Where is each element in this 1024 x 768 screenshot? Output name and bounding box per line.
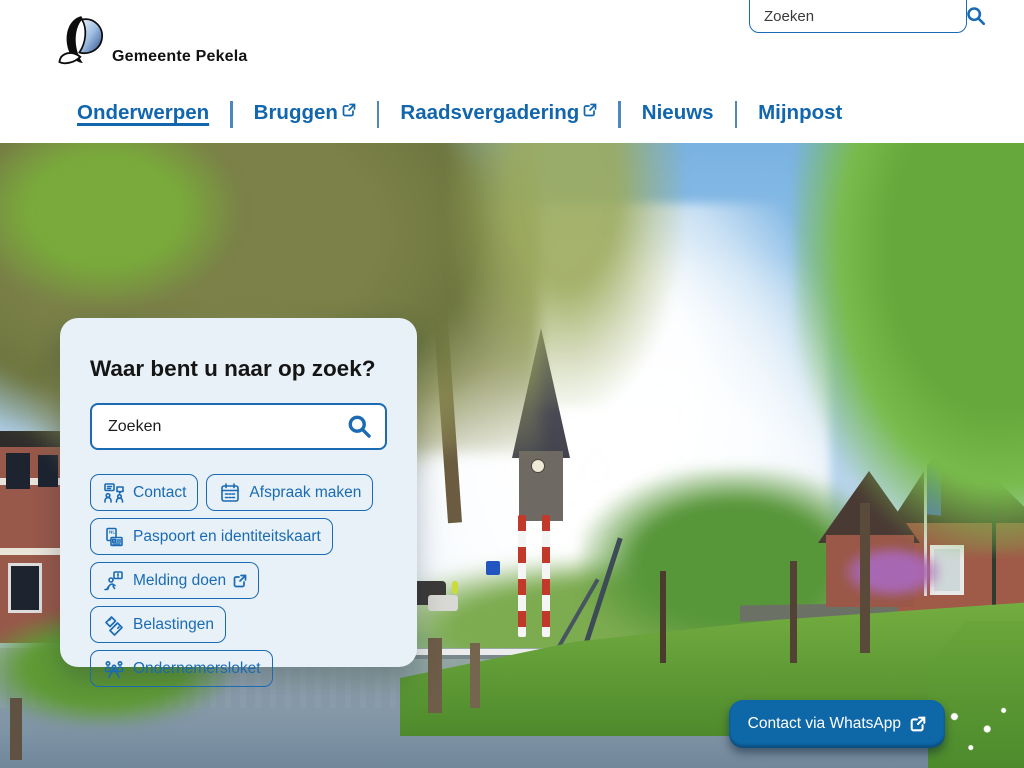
pekela-p-logo-icon xyxy=(56,12,108,74)
melding-doen-button[interactable]: Melding doen xyxy=(90,562,259,599)
willow-tree xyxy=(448,143,683,408)
nav-item-bruggen[interactable]: Bruggen xyxy=(254,99,356,128)
card-search xyxy=(90,403,387,450)
whatsapp-contact-button[interactable]: Contact via WhatsApp xyxy=(729,700,945,748)
site-header: Gemeente Pekela Onderwerpen Bruggen xyxy=(0,0,1024,143)
header-search-button[interactable] xyxy=(965,5,987,27)
nav-separator xyxy=(230,101,233,128)
card-search-input[interactable] xyxy=(106,417,346,437)
whatsapp-label: Contact via WhatsApp xyxy=(748,715,901,733)
logo-text: Gemeente Pekela xyxy=(112,48,248,74)
tax-tickets-icon xyxy=(102,613,126,637)
button-label: Paspoort en identiteitskaart xyxy=(133,528,321,546)
external-link-icon xyxy=(910,716,926,732)
purple-bush xyxy=(843,546,941,598)
parked-car xyxy=(428,595,458,611)
button-label: Belastingen xyxy=(133,616,214,634)
external-link-icon xyxy=(233,574,247,588)
church-clock xyxy=(531,459,545,473)
card-search-button[interactable] xyxy=(346,413,373,440)
cyclist xyxy=(452,581,458,594)
house-window xyxy=(6,453,30,489)
afspraak-maken-button[interactable]: Afspraak maken xyxy=(206,474,373,511)
large-right-tree xyxy=(795,143,1024,553)
nav-separator xyxy=(735,101,738,128)
people-chat-icon xyxy=(102,481,126,505)
quick-links: Contact Afspraak maken NL Paspoort en id… xyxy=(90,474,390,687)
svg-text:NL: NL xyxy=(109,529,115,534)
tree-trunk xyxy=(660,571,666,663)
contact-button[interactable]: Contact xyxy=(90,474,198,511)
nav-item-onderwerpen[interactable]: Onderwerpen xyxy=(77,99,209,128)
main-navigation: Onderwerpen Bruggen Raadsvergadering xyxy=(77,99,889,128)
button-label: Melding doen xyxy=(133,572,226,590)
nav-item-nieuws[interactable]: Nieuws xyxy=(642,99,714,128)
white-flowers xyxy=(938,698,1020,760)
wooden-mooring-post xyxy=(10,698,22,760)
pekela-homepage: Gemeente Pekela Onderwerpen Bruggen xyxy=(0,0,1024,768)
barrier-pole xyxy=(542,515,550,637)
external-link-icon xyxy=(342,103,356,117)
search-card: Waar bent u naar op zoek? Contact xyxy=(60,318,417,667)
nav-separator xyxy=(377,101,380,128)
house-window xyxy=(8,563,42,613)
nav-item-raadsvergadering[interactable]: Raadsvergadering xyxy=(400,99,597,128)
nav-label: Onderwerpen xyxy=(77,99,209,128)
button-label: Afspraak maken xyxy=(249,484,361,502)
nav-item-mijnpost[interactable]: Mijnpost xyxy=(758,99,842,128)
wooden-mooring-post xyxy=(470,643,480,708)
header-search-input[interactable] xyxy=(762,7,965,26)
passport-id-card-icon: NL xyxy=(102,525,126,549)
belastingen-button[interactable]: Belastingen xyxy=(90,606,226,643)
external-link-icon xyxy=(583,103,597,117)
button-label: Ondernemersloket xyxy=(133,660,261,678)
header-search xyxy=(749,0,967,33)
calendar-icon xyxy=(218,481,242,505)
person-alert-icon xyxy=(102,569,126,593)
ondernemersloket-button[interactable]: Ondernemersloket xyxy=(90,650,273,687)
logo[interactable]: Gemeente Pekela xyxy=(56,12,248,74)
nav-separator xyxy=(618,101,621,128)
nav-label: Nieuws xyxy=(642,99,714,128)
tree-trunk xyxy=(790,561,797,663)
barrier-pole xyxy=(518,515,526,637)
traffic-sign xyxy=(486,561,500,575)
bright-green-foliage xyxy=(0,143,240,308)
nav-label: Raadsvergadering xyxy=(400,99,579,128)
nav-label: Bruggen xyxy=(254,99,338,128)
button-label: Contact xyxy=(133,484,186,502)
paspoort-button[interactable]: NL Paspoort en identiteitskaart xyxy=(90,518,333,555)
magnifier-icon xyxy=(965,5,987,27)
people-table-icon xyxy=(102,657,126,681)
magnifier-icon xyxy=(346,413,373,440)
wooden-mooring-post xyxy=(428,638,442,713)
card-title: Waar bent u naar op zoek? xyxy=(90,356,387,382)
nav-label: Mijnpost xyxy=(758,99,842,128)
